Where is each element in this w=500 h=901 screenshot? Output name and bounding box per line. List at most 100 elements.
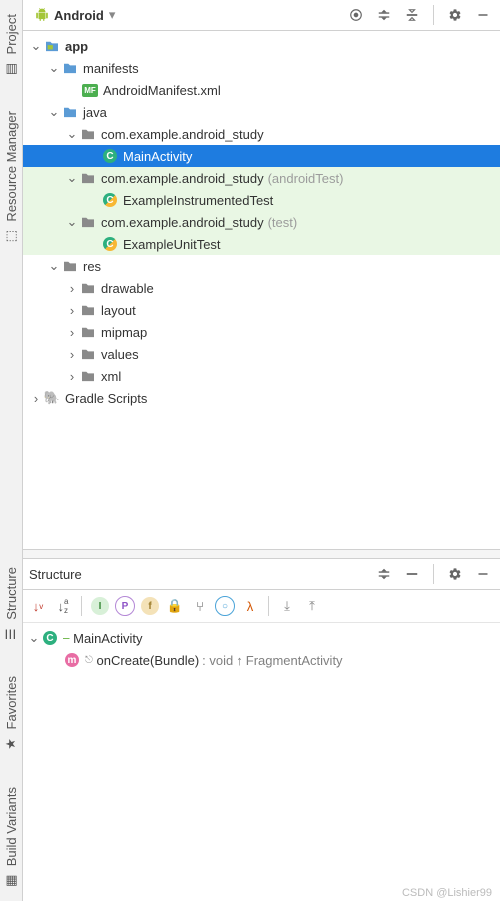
autoscroll-from-source-button[interactable]: ⤒ (301, 595, 323, 617)
tree-label: xml (101, 369, 121, 384)
settings-button[interactable] (444, 4, 466, 26)
tree-node-example-unit[interactable]: C ExampleUnitTest (23, 233, 500, 255)
collapse-icon[interactable]: ⌄ (65, 170, 79, 186)
tree-label: drawable (101, 281, 154, 296)
test-class-icon: C (101, 237, 119, 251)
collapse-all-button[interactable] (401, 563, 423, 585)
tree-node-xml[interactable]: › xml (23, 365, 500, 387)
sort-by-visibility-button[interactable]: ↓v (27, 595, 49, 617)
tree-suffix: (androidTest) (268, 171, 344, 186)
show-properties-button[interactable]: P (114, 595, 136, 617)
show-private-button[interactable]: 🔒 (164, 595, 186, 617)
tool-tab-resource-manager[interactable]: ⬚ Resource Manager (4, 107, 19, 247)
settings-button[interactable] (444, 563, 466, 585)
expand-all-button[interactable] (373, 563, 395, 585)
structure-tree[interactable]: ⌄C⎯ MainActivity m⎋ onCreate(Bundle): vo… (23, 623, 500, 675)
tree-label: java (83, 105, 107, 120)
collapse-icon[interactable]: ⌄ (47, 104, 61, 120)
folder-icon (79, 304, 97, 316)
project-tree[interactable]: ⌄ app ⌄manifests MF AndroidManifest.xml ⌄ j… (23, 31, 500, 549)
collapse-icon[interactable]: ⌄ (27, 630, 41, 646)
android-icon (35, 8, 49, 22)
tree-node-res[interactable]: ⌄res (23, 255, 500, 277)
tree-node-android-manifest[interactable]: MF AndroidManifest.xml (23, 79, 500, 101)
collapse-icon[interactable]: ⌄ (65, 126, 79, 142)
collapse-icon[interactable]: ⌄ (47, 60, 61, 76)
class-icon: C (101, 149, 119, 163)
hide-button[interactable] (472, 563, 494, 585)
package-icon (79, 172, 97, 184)
folder-icon (61, 260, 79, 272)
structure-node-method[interactable]: m⎋ onCreate(Bundle): void ↑FragmentActiv… (23, 649, 500, 671)
watermark: CSDN @Lishier99 (402, 887, 492, 899)
collapse-icon[interactable]: ⌄ (47, 258, 61, 274)
test-class-icon: C (101, 193, 119, 207)
expand-icon[interactable]: › (65, 347, 79, 362)
structure-class-name: MainActivity (73, 631, 142, 646)
method-name: onCreate(Bundle) (97, 653, 200, 668)
tool-tab-structure[interactable]: ☰ Structure (4, 563, 19, 645)
tree-label: AndroidManifest.xml (103, 83, 221, 98)
tree-label: com.example.android_study (101, 215, 264, 230)
collapse-icon[interactable]: ⌄ (29, 38, 43, 54)
method-inherited: FragmentActivity (246, 653, 343, 668)
tree-node-mipmap[interactable]: ›mipmap (23, 321, 500, 343)
tree-node-pkg-android-test[interactable]: ⌄ com.example.android_study (androidTest) (23, 167, 500, 189)
tree-node-example-instrumented[interactable]: CExampleInstrumentedTest (23, 189, 500, 211)
expand-all-button[interactable] (373, 4, 395, 26)
tree-node-drawable[interactable]: › drawable (23, 277, 500, 299)
method-icon: m (63, 653, 81, 667)
tree-node-layout[interactable]: ›layout (23, 299, 500, 321)
tree-node-values[interactable]: › values (23, 343, 500, 365)
tool-tab-build-variants[interactable]: ▦ Build Variants (4, 783, 19, 891)
resource-icon: ⬚ (4, 228, 19, 243)
folder-icon (79, 326, 97, 338)
structure-pane-header: Structure (23, 559, 500, 590)
collapse-all-button[interactable] (401, 4, 423, 26)
tree-label: app (65, 39, 88, 54)
structure-node-class[interactable]: ⌄C⎯ MainActivity (23, 627, 500, 649)
sort-alphabetically-button[interactable]: ↓az (52, 595, 74, 617)
package-icon (79, 128, 97, 140)
expand-icon[interactable]: › (29, 391, 43, 406)
tree-label: com.example.android_study (101, 171, 264, 186)
folder-icon (61, 106, 79, 118)
tree-node-gradle[interactable]: ›🐘 Gradle Scripts (23, 387, 500, 409)
show-interfaces-button[interactable]: I (89, 595, 111, 617)
expand-icon[interactable]: › (65, 325, 79, 340)
show-lambda-button[interactable]: λ (239, 595, 261, 617)
tool-window-gutter: ▤ Project ⬚ Resource Manager ☰ Structure… (0, 0, 23, 901)
tree-label: values (101, 347, 139, 362)
package-icon (79, 216, 97, 228)
project-view-dropdown[interactable]: Android ▾ (29, 5, 121, 25)
expand-icon[interactable]: › (65, 281, 79, 296)
tree-node-java[interactable]: ⌄ java (23, 101, 500, 123)
hide-button[interactable] (472, 4, 494, 26)
tree-node-manifests[interactable]: ⌄manifests (23, 57, 500, 79)
structure-toolbar: ↓v ↓az I P f 🔒 ⑂ ○ λ ⤓ ⤒ (23, 590, 500, 623)
gradle-icon: 🐘 (43, 390, 61, 406)
show-fields-button[interactable]: f (139, 595, 161, 617)
tree-node-pkg-test[interactable]: ⌄ com.example.android_study (test) (23, 211, 500, 233)
tree-node-pkg-main[interactable]: ⌄com.example.android_study (23, 123, 500, 145)
collapse-icon[interactable]: ⌄ (65, 214, 79, 230)
select-file-button[interactable] (345, 4, 367, 26)
pane-splitter[interactable] (23, 549, 500, 559)
tree-label: ExampleUnitTest (123, 237, 221, 252)
tree-node-main-activity[interactable]: CMainActivity (23, 145, 500, 167)
expand-icon[interactable]: › (65, 369, 79, 384)
expand-icon[interactable]: › (65, 303, 79, 318)
tree-node-app[interactable]: ⌄ app (23, 35, 500, 57)
tool-tab-project[interactable]: ▤ Project (4, 10, 19, 79)
override-icon: ⎋ (85, 655, 93, 666)
star-icon: ★ (4, 736, 19, 751)
tool-tab-favorites[interactable]: ★ Favorites (4, 672, 19, 754)
tree-label: Gradle Scripts (65, 391, 147, 406)
manifest-file-icon: MF (81, 84, 99, 97)
show-inherited-button[interactable]: ⑂ (189, 595, 211, 617)
show-anonymous-button[interactable]: ○ (214, 595, 236, 617)
project-icon: ▤ (4, 60, 19, 75)
tree-suffix: (test) (268, 215, 298, 230)
variants-icon: ▦ (4, 872, 19, 887)
autoscroll-to-source-button[interactable]: ⤓ (276, 595, 298, 617)
